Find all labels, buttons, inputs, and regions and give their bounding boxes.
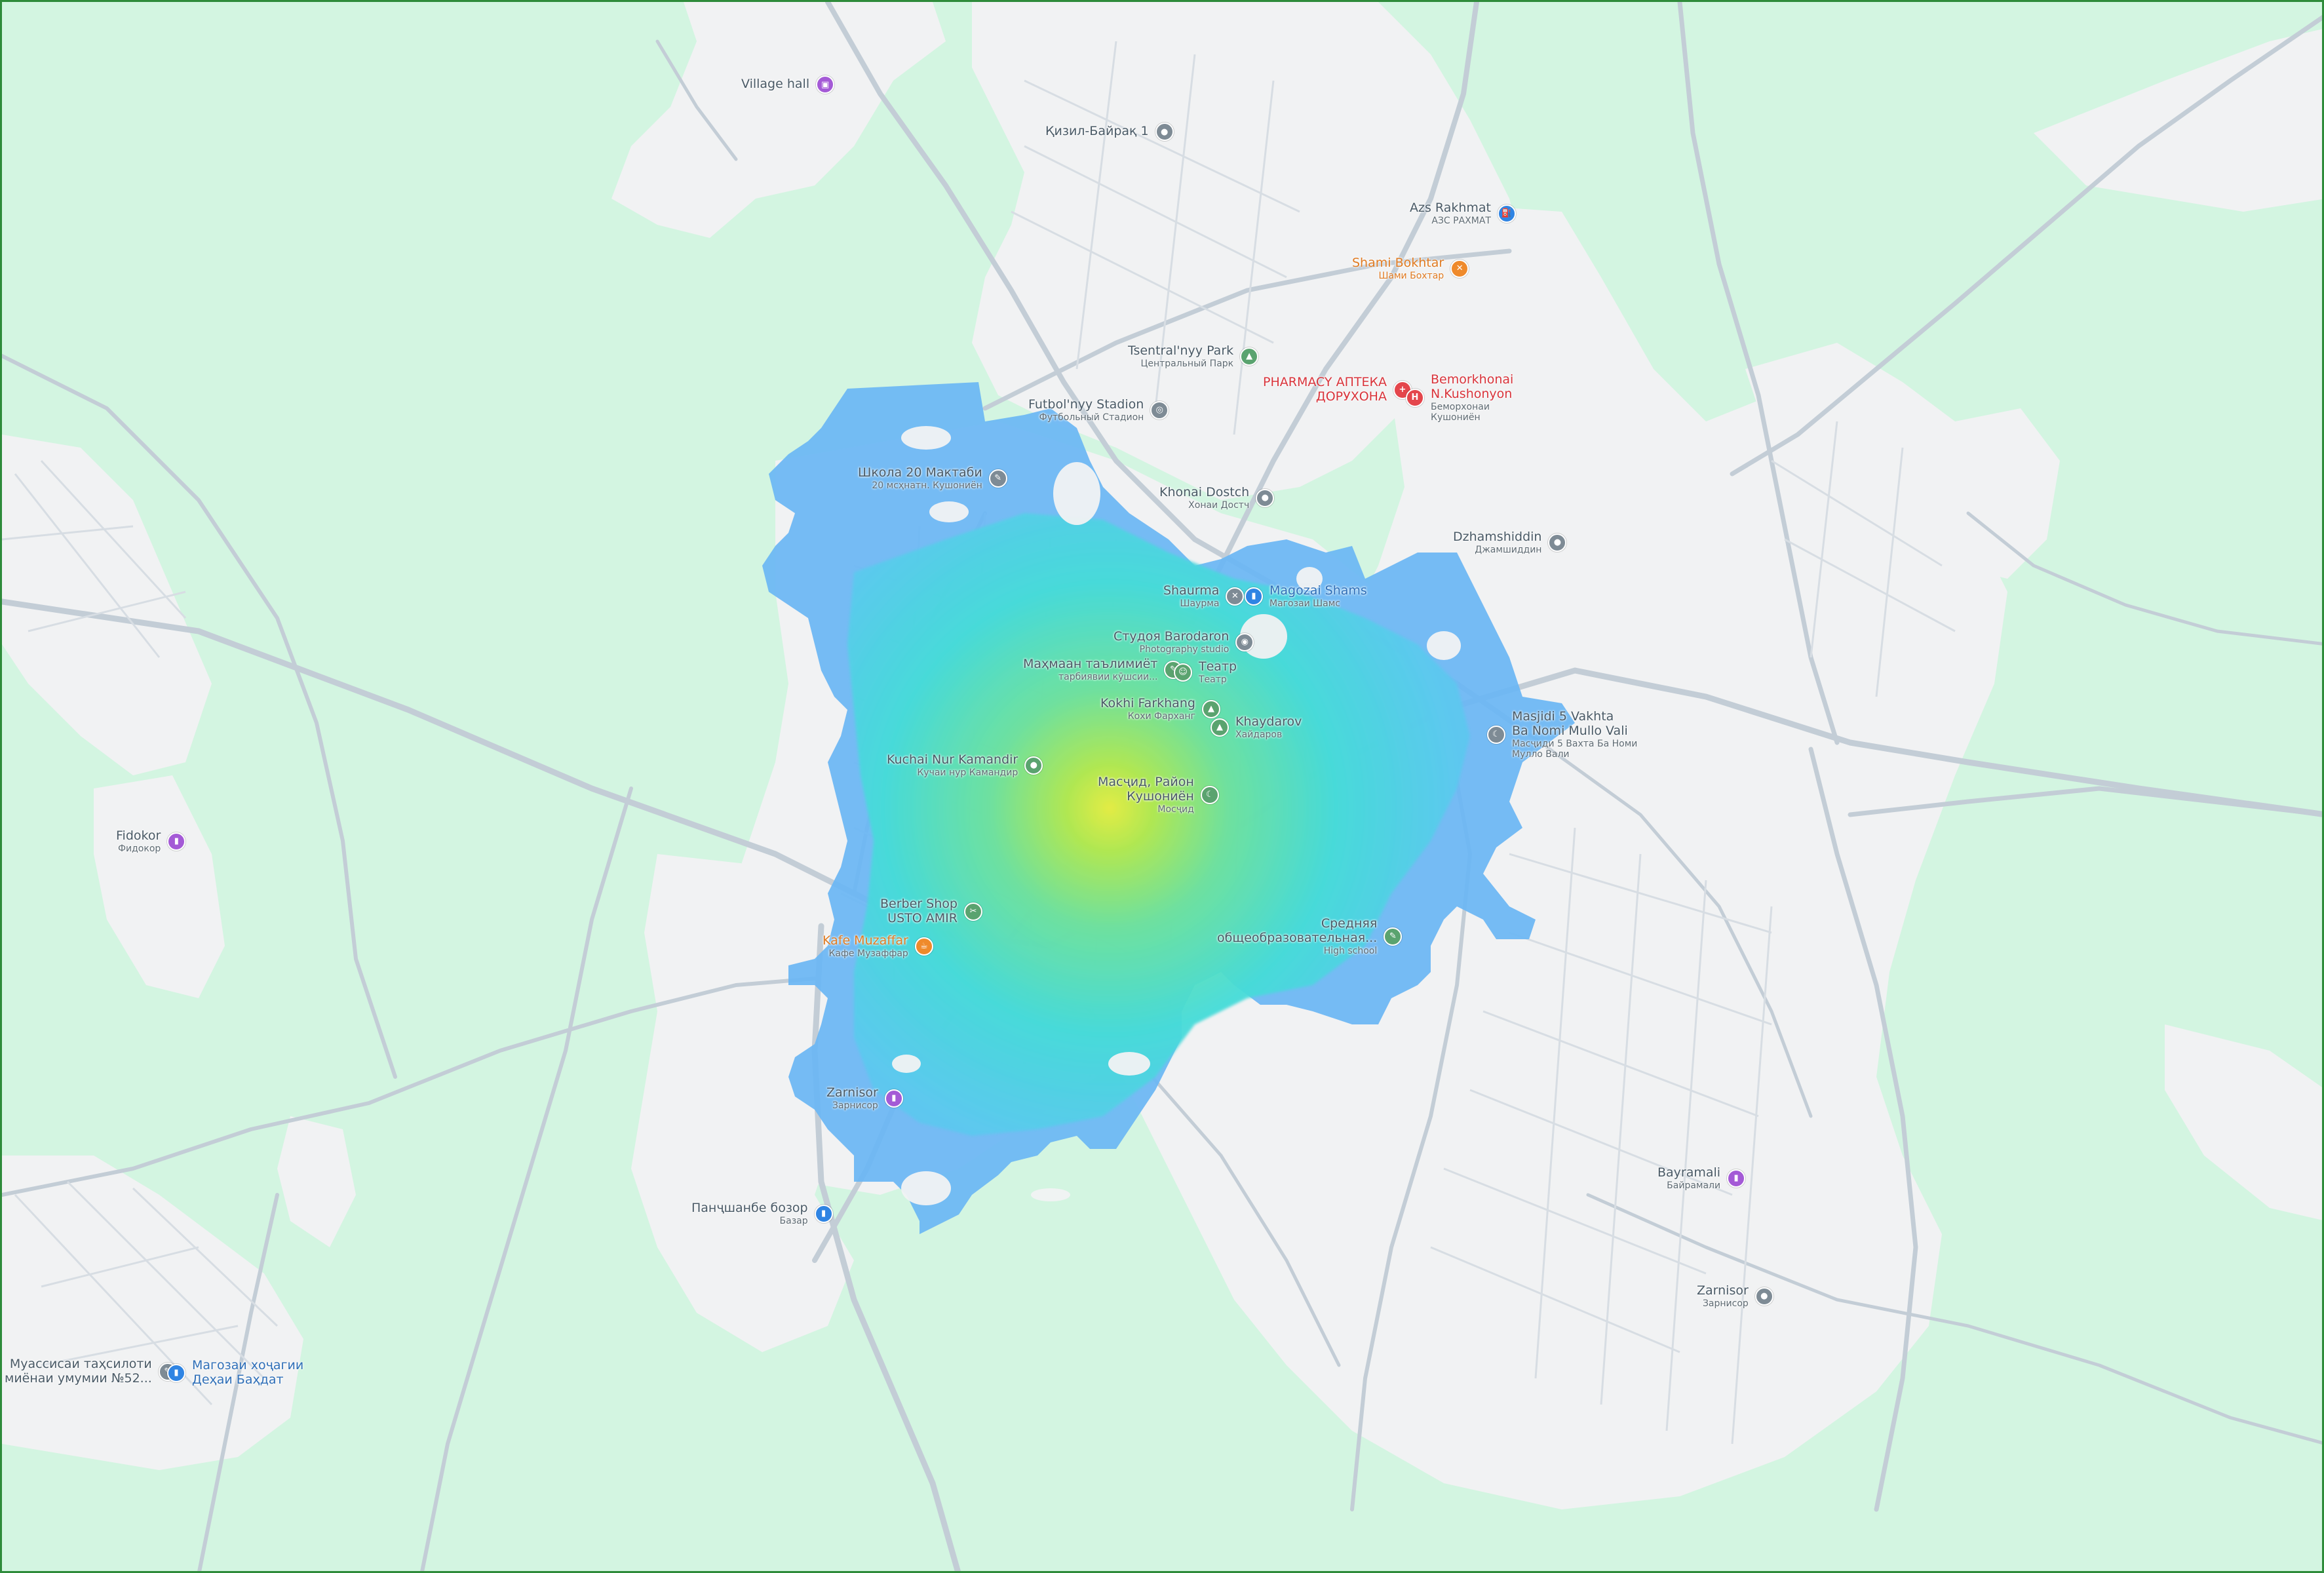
shopping-bag-icon: ▮ bbox=[1245, 587, 1263, 606]
poi-bayramali[interactable]: Bayramali Байрамали ▮ bbox=[1657, 1165, 1746, 1191]
poi-berber-shop[interactable]: Berber Shop USTO AMIR ✂ bbox=[880, 897, 982, 926]
poi-masjid-rayon[interactable]: Масҷид, Район Кушониён Мосҷид ☾ bbox=[1098, 775, 1219, 815]
shopping-bag-icon: ▮ bbox=[167, 1363, 185, 1382]
restaurant-icon: ✕ bbox=[1226, 587, 1245, 606]
poi-bemorkhonai[interactable]: Bemorkhonai N.Kushonyon Беморхонаи Кушон… bbox=[1406, 372, 1529, 423]
poi-village-hall[interactable]: Village hall ▣ bbox=[741, 75, 835, 94]
stadium-icon: ◎ bbox=[1150, 400, 1169, 419]
poi-qizil-bayraq[interactable]: Қизил-Байрақ 1 ● bbox=[1045, 123, 1174, 141]
park-icon: ▲ bbox=[1240, 347, 1259, 366]
mosque-icon: ☾ bbox=[1487, 725, 1505, 744]
location-pin-icon: ● bbox=[1256, 488, 1275, 507]
location-pin-icon: ● bbox=[1024, 756, 1043, 775]
poi-panjshanbe-bozor[interactable]: Панҷшанбе бозор Базар ▮ bbox=[691, 1201, 833, 1226]
poi-kafe-muzaffar[interactable]: Kafe Muzaffar Кафе Музаффар ☕ bbox=[823, 933, 933, 959]
shopping-bag-icon: ▮ bbox=[884, 1089, 903, 1108]
shopping-bag-icon: ▮ bbox=[1727, 1169, 1746, 1188]
village-hall-icon: ▣ bbox=[816, 75, 835, 94]
poi-studoi-barodaron[interactable]: Студоя Barodaron Photography studio ◉ bbox=[1114, 629, 1254, 655]
theater-icon: ☺ bbox=[1174, 663, 1192, 682]
market-icon: ▮ bbox=[814, 1204, 833, 1223]
barber-icon: ✂ bbox=[963, 902, 982, 921]
poi-futbolnyy-stadion[interactable]: Futbol'nyy Stadion Футбольный Стадион ◎ bbox=[1028, 397, 1169, 423]
poi-kokhi-farkhang[interactable]: Kokhi Farkhang Кохи Фарханг ▲ bbox=[1100, 696, 1220, 722]
school-icon: ✎ bbox=[1384, 927, 1403, 946]
location-pin-icon: ● bbox=[1155, 123, 1174, 141]
poi-zarnisor-east[interactable]: Zarnisor Зарнисор ● bbox=[1697, 1283, 1773, 1309]
poi-srednyaya-shkola[interactable]: Средняя общеобразовательная... High scho… bbox=[1217, 916, 1403, 956]
poi-dzhamshiddin[interactable]: Dzhamshiddin Джамшиддин ● bbox=[1453, 530, 1567, 555]
poi-shaurma[interactable]: Shaurma Шаурма ✕ bbox=[1163, 583, 1245, 609]
poi-tsentralnyy-park[interactable]: Tsentral'nyy Park Центральный Парк ▲ bbox=[1128, 343, 1259, 369]
cafe-icon: ☕ bbox=[914, 937, 933, 956]
location-pin-icon: ● bbox=[1754, 1287, 1773, 1306]
landmark-icon: ▲ bbox=[1210, 718, 1229, 737]
shopping-bag-icon: ▮ bbox=[167, 832, 186, 851]
poi-magozai-shams[interactable]: Magozai Shams Магозаи Шамс ▮ bbox=[1245, 583, 1367, 609]
poi-zarnisor-west[interactable]: Zarnisor Зарнисор ▮ bbox=[826, 1085, 903, 1111]
poi-shami-bokhtar[interactable]: Shami Bokhtar Шами Бохтар ✕ bbox=[1352, 256, 1469, 281]
poi-kuchai-nur-kamandir[interactable]: Kuchai Nur Kamandir Кучаи нур Камандир ● bbox=[887, 752, 1043, 778]
poi-teatr[interactable]: Театр Театр ☺ bbox=[1174, 659, 1237, 685]
poi-pharmacy[interactable]: PHARMACY АПТЕКА ДОРУХОНА + bbox=[1263, 375, 1412, 404]
poi-shkola-20[interactable]: Школа 20 Мактаби 20 мсҳнатн. Кушониён ✎ bbox=[858, 465, 1007, 491]
poi-masjidi-5-vakhta[interactable]: Masjidi 5 Vakhta Ba Nomi Mullo Vali Масҷ… bbox=[1487, 709, 1643, 760]
poi-khonai-dostch[interactable]: Khonai Dostch Хонаи Достч ● bbox=[1159, 485, 1275, 511]
restaurant-icon: ✕ bbox=[1450, 259, 1469, 278]
mosque-icon: ☾ bbox=[1200, 785, 1219, 804]
gas-station-icon: ⛽ bbox=[1497, 204, 1516, 223]
poi-magozai-khojagii[interactable]: Магозаи хоҷагии Деҳаи Баҳдат ▮ bbox=[167, 1358, 303, 1388]
poi-azs-rakhmat[interactable]: Azs Rakhmat АЗС РАХМАТ ⛽ bbox=[1410, 201, 1516, 226]
map-viewport[interactable]: Village hall ▣ Қизил-Байрақ 1 ● Azs Rakh… bbox=[0, 0, 2324, 1573]
poi-muassisai[interactable]: Муассисаи таҳсилоти миёнаи умумии №52...… bbox=[5, 1357, 177, 1386]
school-icon: ✎ bbox=[988, 469, 1007, 488]
location-pin-icon: ● bbox=[1548, 533, 1567, 552]
camera-icon: ◉ bbox=[1235, 632, 1254, 651]
hospital-icon: H bbox=[1406, 388, 1424, 407]
poi-khaydarov[interactable]: Khaydarov Хайдаров ▲ bbox=[1210, 714, 1302, 740]
poi-mahmaan[interactable]: Маҳмаан таълимиёт тарбиявии кӯшсии... ✎ bbox=[1023, 657, 1183, 682]
poi-fidokor[interactable]: Fidokor Фидокор ▮ bbox=[116, 828, 186, 854]
